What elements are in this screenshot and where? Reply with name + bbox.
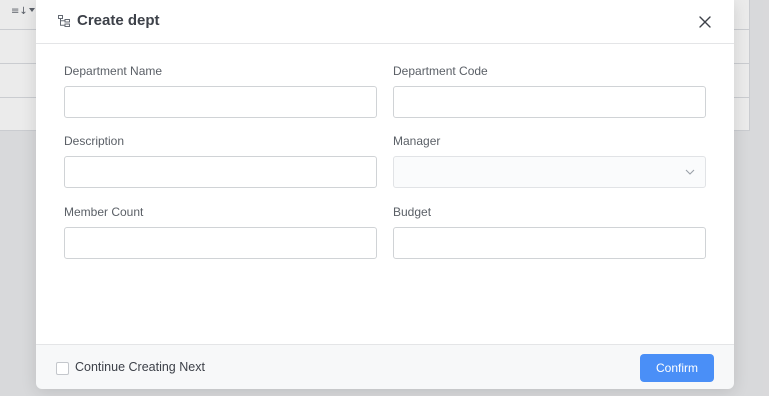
chevron-down-icon (685, 169, 695, 175)
confirm-button[interactable]: Confirm (640, 354, 714, 382)
budget-label: Budget (393, 205, 432, 219)
dialog-footer: Continue Creating Next Confirm (36, 344, 734, 389)
member-count-label: Member Count (64, 205, 144, 219)
description-label: Description (64, 134, 125, 148)
close-icon[interactable] (696, 13, 714, 31)
manager-label: Manager (393, 134, 441, 148)
member-count-input[interactable] (64, 227, 377, 259)
department-code-label: Department Code (393, 64, 488, 78)
department-name-label: Department Name (64, 64, 163, 78)
department-name-input[interactable] (64, 86, 377, 118)
create-dept-dialog: Create dept Department Name Department C… (36, 0, 734, 389)
continue-creating-label[interactable]: Continue Creating Next (75, 360, 205, 374)
org-tree-icon (58, 15, 70, 27)
department-code-input[interactable] (393, 86, 706, 118)
description-input[interactable] (64, 156, 377, 188)
manager-select[interactable] (393, 156, 706, 188)
budget-input[interactable] (393, 227, 706, 259)
continue-creating-checkbox[interactable] (56, 362, 69, 375)
dialog-header: Create dept (36, 0, 734, 44)
dialog-title: Create dept (77, 12, 160, 29)
